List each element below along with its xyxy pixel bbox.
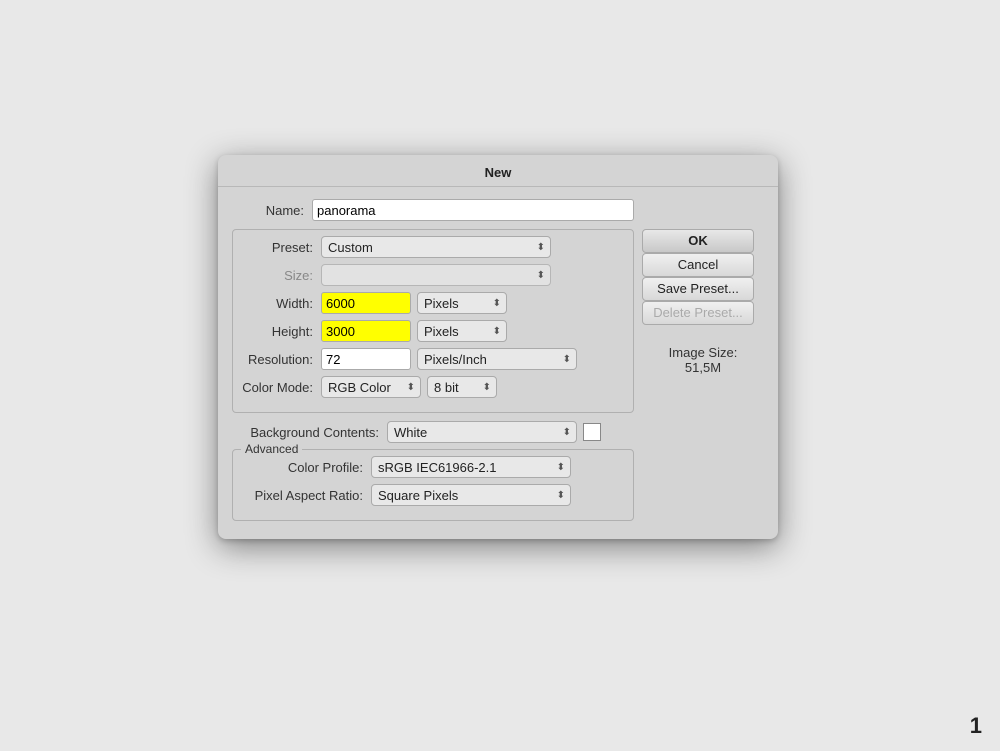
advanced-legend: Advanced [241,442,302,456]
dialog-left-panel: Preset: Custom ⬍ Size: [232,229,634,521]
width-unit-select[interactable]: Pixels [417,292,507,314]
advanced-section: Advanced Color Profile: sRGB IEC61966-2.… [232,449,634,521]
size-row: Size: ⬍ [241,264,625,286]
preset-select[interactable]: Custom [321,236,551,258]
width-unit-wrap: Pixels ⬍ [417,292,507,314]
bg-contents-row: Background Contents: White ⬍ [232,421,634,443]
size-select[interactable] [321,264,551,286]
size-select-wrap: ⬍ [321,264,551,286]
height-unit-wrap: Pixels ⬍ [417,320,507,342]
name-label: Name: [232,203,312,218]
cancel-button[interactable]: Cancel [642,253,754,277]
delete-preset-button[interactable]: Delete Preset... [642,301,754,325]
color-swatch [583,423,601,441]
width-label: Width: [241,296,321,311]
name-input[interactable] [312,199,634,221]
bit-depth-select[interactable]: 8 bit [427,376,497,398]
resolution-label: Resolution: [241,352,321,367]
width-row: Width: Pixels ⬍ [241,292,625,314]
bg-contents-select-wrap: White ⬍ [387,421,577,443]
height-unit-select[interactable]: Pixels [417,320,507,342]
save-preset-button[interactable]: Save Preset... [642,277,754,301]
image-size-label: Image Size: [642,345,764,360]
color-profile-label: Color Profile: [241,460,371,475]
color-profile-select[interactable]: sRGB IEC61966-2.1 [371,456,571,478]
bit-depth-select-wrap: 8 bit ⬍ [427,376,497,398]
image-size-value: 51,5M [642,360,764,375]
pixel-aspect-select[interactable]: Square Pixels [371,484,571,506]
color-profile-row: Color Profile: sRGB IEC61966-2.1 ⬍ [241,456,625,478]
color-mode-select[interactable]: RGB Color [321,376,421,398]
page-number: 1 [970,713,982,739]
color-mode-select-wrap: RGB Color ⬍ [321,376,421,398]
image-size-panel: Image Size: 51,5M [642,345,764,375]
preset-row: Preset: Custom ⬍ [241,236,625,258]
color-profile-select-wrap: sRGB IEC61966-2.1 ⬍ [371,456,571,478]
ok-button[interactable]: OK [642,229,754,253]
preset-field-label: Preset: [241,240,321,255]
dialog-right-panel: OK Cancel Save Preset... Delete Preset..… [634,229,764,521]
height-input[interactable] [321,320,411,342]
height-label: Height: [241,324,321,339]
pixel-aspect-select-wrap: Square Pixels ⬍ [371,484,571,506]
size-field-label: Size: [241,268,321,283]
resolution-row: Resolution: Pixels/Inch ⬍ [241,348,625,370]
pixel-aspect-label: Pixel Aspect Ratio: [241,488,371,503]
dialog-main: Preset: Custom ⬍ Size: [232,229,764,521]
preset-select-wrap: Custom ⬍ [321,236,551,258]
height-row: Height: Pixels ⬍ [241,320,625,342]
resolution-unit-select[interactable]: Pixels/Inch [417,348,577,370]
resolution-input[interactable] [321,348,411,370]
pixel-aspect-row: Pixel Aspect Ratio: Square Pixels ⬍ [241,484,625,506]
color-mode-label: Color Mode: [241,380,321,395]
bg-contents-select[interactable]: White [387,421,577,443]
dialog-title: New [218,155,778,187]
width-input[interactable] [321,292,411,314]
resolution-unit-wrap: Pixels/Inch ⬍ [417,348,577,370]
bg-contents-label: Background Contents: [232,425,387,440]
color-mode-row: Color Mode: RGB Color ⬍ 8 bit ⬍ [241,376,625,398]
new-document-dialog: New Name: Preset: Custom [218,155,778,539]
preset-section: Preset: Custom ⬍ Size: [232,229,634,413]
name-row: Name: [232,199,764,221]
